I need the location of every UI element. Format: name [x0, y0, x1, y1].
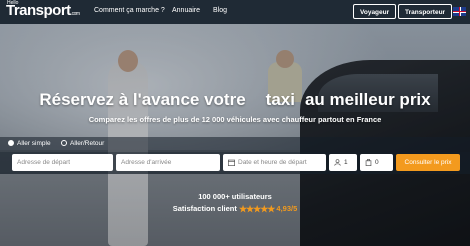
voyageur-button[interactable]: Voyageur [353, 4, 397, 19]
radio-one-way-label: Aller simple [17, 140, 51, 147]
passengers-value: 1 [344, 159, 348, 166]
calendar-icon [228, 159, 235, 166]
luggage-value: 0 [375, 159, 379, 166]
passengers-input[interactable]: 1 [329, 154, 357, 171]
transporteur-button[interactable]: Transporteur [398, 4, 453, 19]
luggage-icon [365, 158, 372, 166]
rating-stars-icon: ★★★★★ [238, 204, 275, 214]
luggage-input[interactable]: 0 [360, 154, 393, 171]
nav-link-blog[interactable]: Blog [213, 7, 227, 14]
radio-round-trip[interactable]: Aller/Retour [61, 140, 104, 147]
logo[interactable]: Transport.com [6, 2, 80, 19]
uk-flag-icon[interactable] [453, 7, 466, 16]
headline-rotating-word: taxi [265, 90, 295, 109]
search-bar: Adresse de départ Adresse d'arrivée Date… [0, 152, 470, 174]
passenger-icon [334, 158, 341, 166]
trip-type-bar: Aller simple Aller/Retour [0, 137, 470, 152]
radio-round-trip-label: Aller/Retour [70, 140, 105, 147]
page: Hello Transport.com Comment ça marche ? … [0, 0, 470, 246]
headline-part-1: Réservez à l'avance votre [39, 90, 246, 109]
hero-subtitle: Comparez les offres de plus de 12 000 vé… [88, 115, 382, 124]
date-time-input[interactable]: Date et heure de départ [223, 154, 326, 171]
radio-unchecked-icon [61, 140, 67, 146]
radio-checked-icon [8, 140, 14, 146]
hero-headline: Réservez à l'avance votre taxi au meilleur… [0, 90, 470, 110]
users-count: 100 000+ utilisateurs [198, 192, 272, 201]
satisfaction-label: Satisfaction client [172, 204, 237, 213]
nav-link-directory[interactable]: Annuaire [172, 7, 200, 14]
arrival-address-input[interactable]: Adresse d'arrivée [116, 154, 220, 171]
logo-text: Transport [6, 2, 71, 19]
headline-part-2: au meilleur prix [304, 90, 431, 109]
date-time-placeholder: Date et heure de départ [238, 159, 307, 166]
radio-one-way[interactable]: Aller simple [8, 140, 51, 147]
logo-suffix: .com [70, 11, 80, 17]
rating-score: 4,93/5 [276, 204, 298, 213]
navbar: Hello Transport.com Comment ça marche ? … [0, 0, 470, 24]
departure-address-input[interactable]: Adresse de départ [12, 154, 113, 171]
satisfaction-row: Satisfaction client ★★★★★ 4,93/5 [0, 204, 470, 215]
get-price-button[interactable]: Consulter le prix [396, 154, 460, 171]
nav-link-how-it-works[interactable]: Comment ça marche ? [94, 7, 165, 14]
